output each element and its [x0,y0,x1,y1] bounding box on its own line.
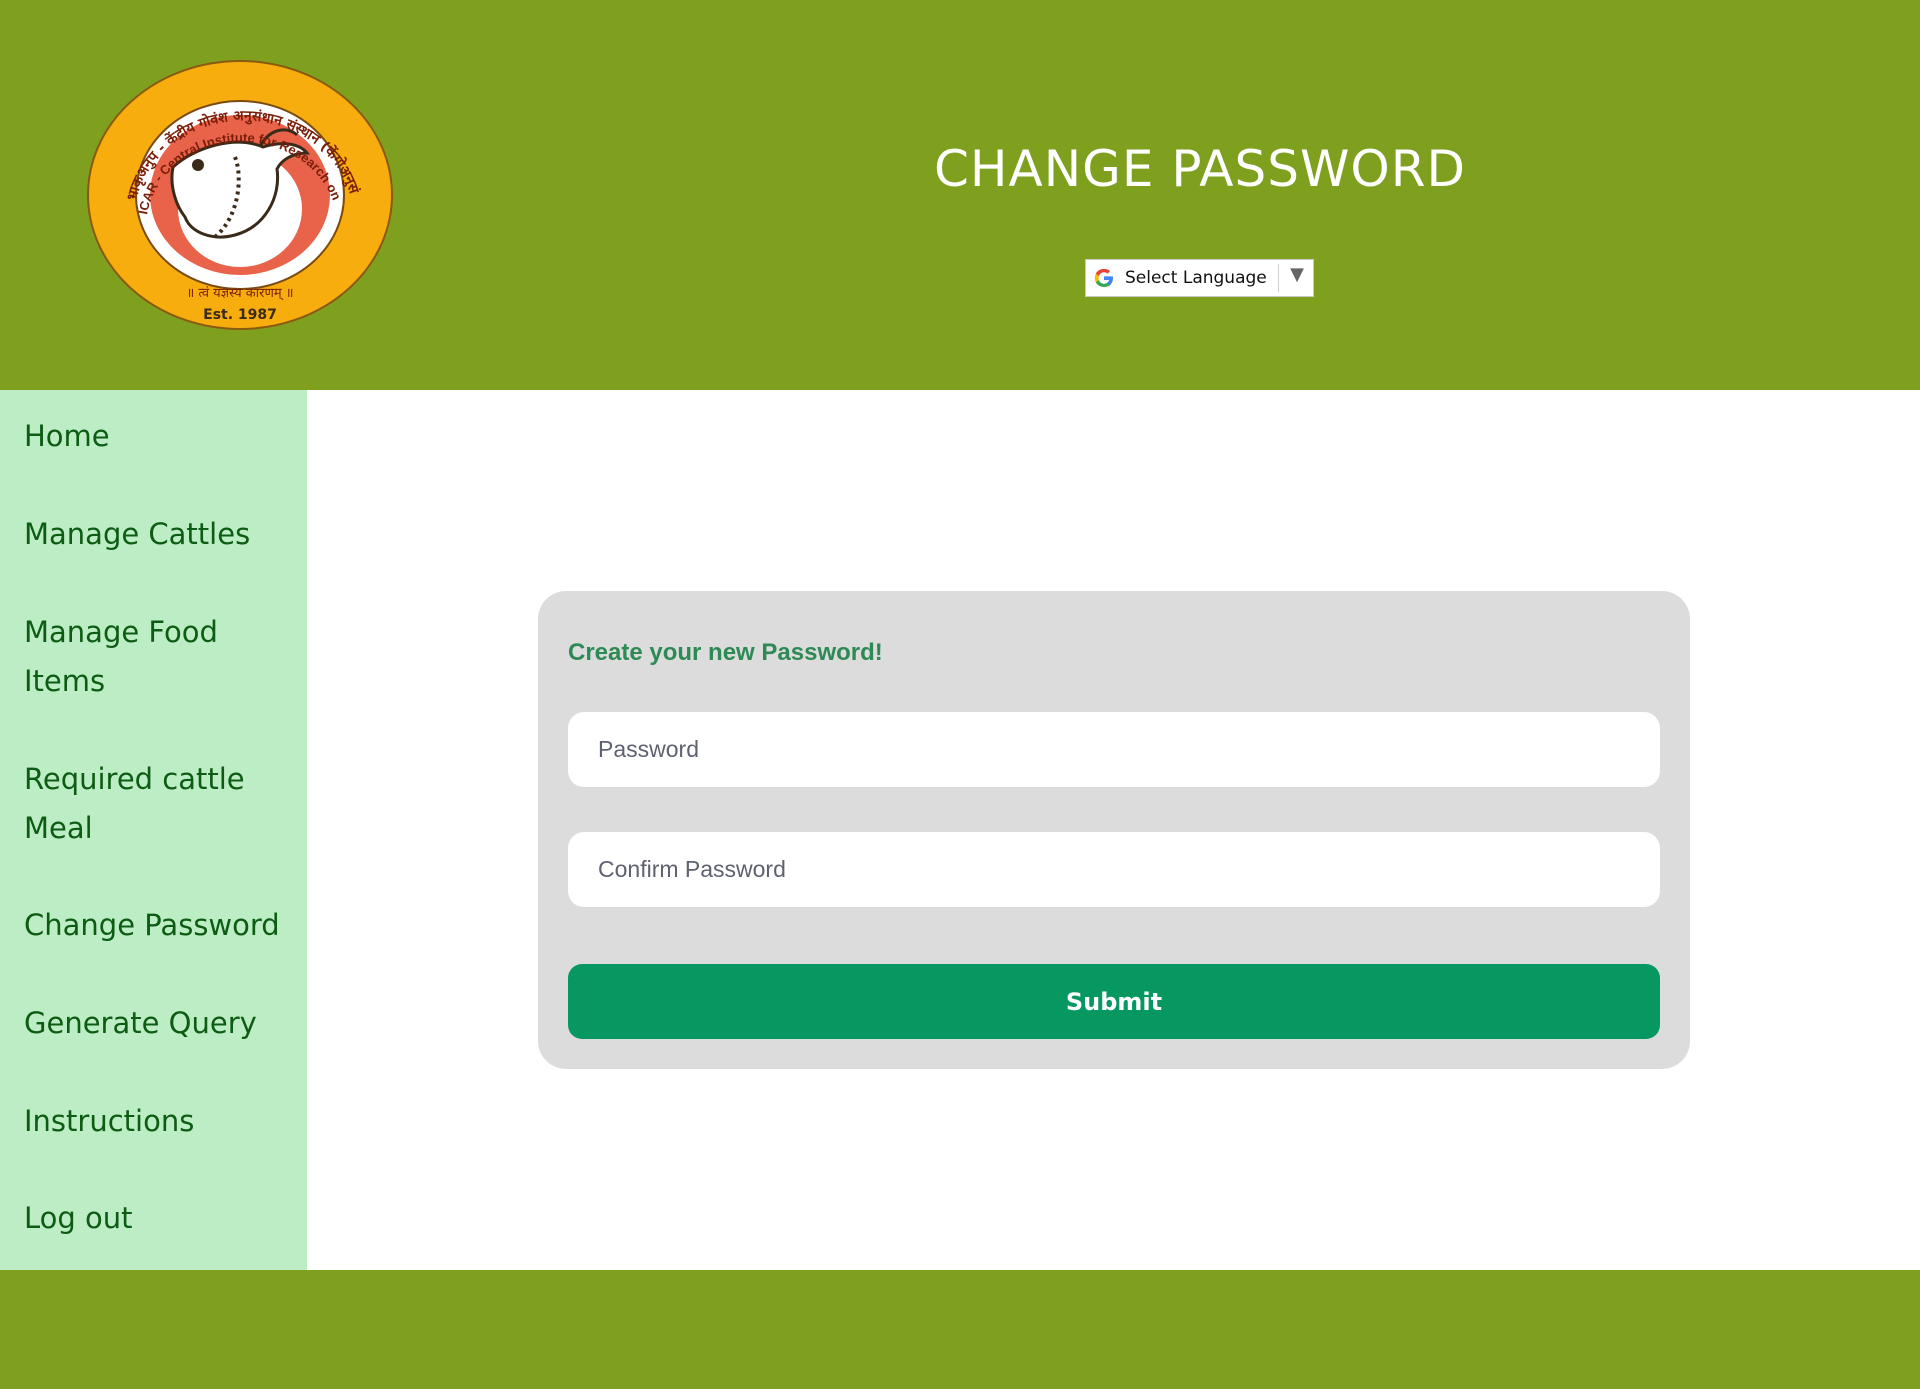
footer-bar [0,1270,1920,1389]
language-select-label: Select Language [1125,268,1267,288]
sidebar-item-required-cattle-meal[interactable]: Required cattle Meal [24,755,264,853]
password-field[interactable] [568,712,1660,787]
confirm-password-field[interactable] [568,832,1660,907]
sidebar-item-instructions[interactable]: Instructions [24,1097,294,1146]
sidebar-nav: Home Manage Cattles Manage Food Items Re… [0,390,307,1270]
language-select[interactable]: Select Language ▼ [1085,259,1314,297]
language-select-divider [1278,264,1279,292]
sidebar-item-change-password[interactable]: Change Password [24,901,294,950]
sidebar-item-manage-food-items[interactable]: Manage Food Items [24,608,244,706]
page-title: CHANGE PASSWORD [933,140,1467,198]
sidebar-item-manage-cattles[interactable]: Manage Cattles [24,510,294,559]
change-password-card: Create your new Password! Submit [538,591,1690,1069]
form-heading: Create your new Password! [568,639,883,666]
dropdown-arrow-icon: ▼ [1290,264,1304,285]
header-bar: भाकृअनुप - केंद्रीय गोवंश अनुसंधान संस्थ… [0,0,1920,390]
logo-motto: ॥ त्वं यज्ञस्य कारणम् ॥ [186,286,293,301]
sidebar-item-generate-query[interactable]: Generate Query [24,999,294,1048]
circ-logo: भाकृअनुप - केंद्रीय गोवंश अनुसंधान संस्थ… [85,57,395,332]
sidebar-item-log-out[interactable]: Log out [24,1194,294,1243]
submit-button[interactable]: Submit [568,964,1660,1039]
sidebar-item-home[interactable]: Home [24,412,294,461]
logo-established: Est. 1987 [203,307,277,323]
google-icon [1089,263,1119,293]
